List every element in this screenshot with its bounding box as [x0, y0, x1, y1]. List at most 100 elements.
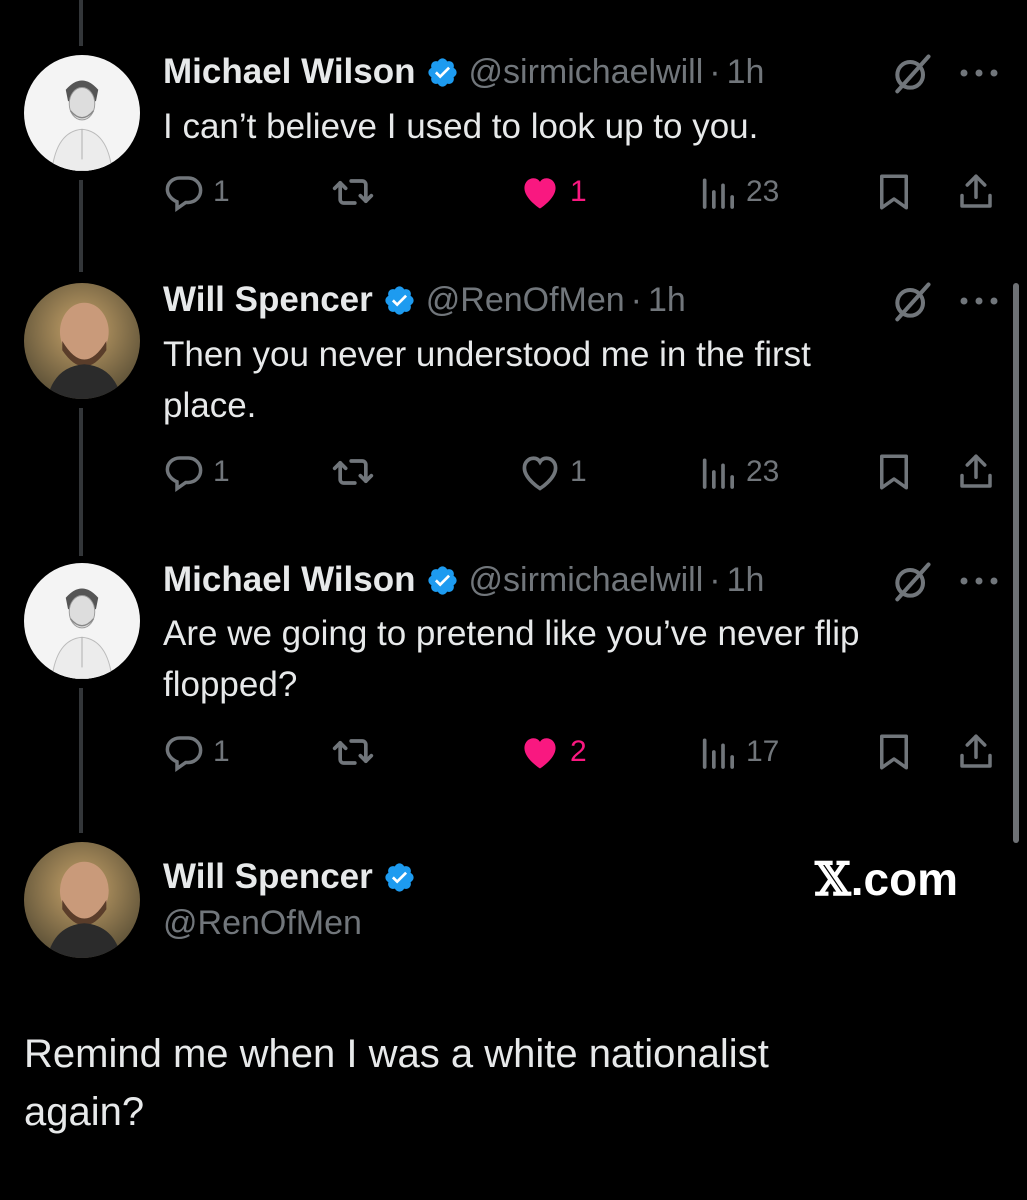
- avatar[interactable]: [24, 283, 140, 399]
- thread-line: [79, 408, 83, 556]
- share-icon: [960, 454, 992, 488]
- like-icon: [524, 178, 556, 209]
- retweet-button[interactable]: [331, 447, 375, 497]
- avatar[interactable]: [24, 563, 140, 679]
- avatar-image: [24, 842, 140, 958]
- thread-line: [79, 180, 83, 272]
- verified-badge-icon: [426, 564, 459, 597]
- tweet-header: Michael Wilson @sirmichaelwill · 1h: [163, 48, 764, 96]
- user-handle[interactable]: @sirmichaelwill: [469, 561, 704, 600]
- retweet-icon: [332, 179, 374, 205]
- views-icon: [702, 738, 734, 769]
- reply-count: 1: [213, 175, 230, 208]
- more-icon[interactable]: [958, 574, 1000, 586]
- share-button[interactable]: [955, 167, 997, 217]
- tweet-handle-row: @RenOfMen: [163, 900, 362, 946]
- retweet-button[interactable]: [331, 727, 375, 777]
- views-button[interactable]: 23: [698, 167, 779, 217]
- watermark-domain: .com: [850, 853, 959, 905]
- tweet-text: I can’t believe I used to look up to you…: [163, 101, 963, 152]
- views-count: 23: [746, 175, 780, 208]
- tweet-actions: 1 1 23: [163, 167, 1003, 217]
- views-button[interactable]: 23: [698, 447, 779, 497]
- tweet-actions: 1 1 23: [163, 447, 1003, 497]
- tweet-header: Michael Wilson @sirmichaelwill · 1h: [163, 556, 764, 604]
- avatar[interactable]: [24, 842, 140, 958]
- tweet-text-line: again?: [24, 1090, 145, 1134]
- tweet-header: Will Spencer @RenOfMen · 1h: [163, 276, 686, 324]
- like-count: 1: [570, 175, 587, 208]
- verified-badge-icon: [383, 284, 416, 317]
- reply-count: 1: [213, 455, 230, 488]
- reply-icon: [165, 176, 203, 212]
- share-icon: [960, 734, 992, 768]
- like-count: 1: [570, 455, 587, 488]
- like-icon: [524, 738, 556, 769]
- tweet-text-line: place.: [163, 386, 257, 425]
- views-icon: [702, 458, 734, 489]
- bookmark-button[interactable]: [873, 727, 915, 777]
- tweet-header: Will Spencer: [163, 853, 426, 901]
- more-icon[interactable]: [958, 294, 1000, 306]
- like-count: 2: [570, 735, 587, 768]
- reply-button[interactable]: 1: [163, 447, 230, 497]
- grok-icon[interactable]: [890, 559, 934, 603]
- tweet-text-line: Are we going to pretend like you’ve neve…: [163, 614, 860, 653]
- more-icon[interactable]: [958, 66, 1000, 78]
- views-count: 17: [746, 735, 780, 768]
- views-count: 23: [746, 455, 780, 488]
- scrollbar[interactable]: [1013, 283, 1019, 843]
- like-button[interactable]: 2: [518, 727, 587, 777]
- bookmark-button[interactable]: [873, 167, 915, 217]
- share-icon: [960, 174, 992, 208]
- avatar-image: [24, 563, 140, 679]
- tweet-actions: 1 2 17: [163, 727, 1003, 777]
- like-icon: [522, 456, 558, 491]
- grok-icon[interactable]: [890, 279, 934, 323]
- timestamp[interactable]: 1h: [648, 281, 686, 320]
- share-button[interactable]: [955, 447, 997, 497]
- display-name[interactable]: Will Spencer: [163, 280, 373, 320]
- reply-icon: [165, 456, 203, 492]
- display-name[interactable]: Will Spencer: [163, 857, 373, 897]
- display-name[interactable]: Michael Wilson: [163, 560, 416, 600]
- grok-icon[interactable]: [890, 51, 934, 95]
- verified-badge-icon: [426, 56, 459, 89]
- reply-icon: [165, 736, 203, 772]
- like-button[interactable]: 1: [518, 167, 587, 217]
- verified-badge-icon: [383, 861, 416, 894]
- reply-button[interactable]: 1: [163, 167, 230, 217]
- timestamp[interactable]: 1h: [727, 53, 765, 92]
- user-handle[interactable]: @RenOfMen: [426, 281, 625, 320]
- separator-dot: ·: [709, 560, 721, 599]
- xcom-watermark: 𝕏.com: [815, 852, 958, 906]
- bookmark-icon: [880, 454, 908, 490]
- display-name[interactable]: Michael Wilson: [163, 52, 416, 92]
- retweet-button[interactable]: [331, 167, 375, 217]
- separator-dot: ·: [709, 52, 721, 91]
- thread-line: [79, 688, 83, 833]
- views-button[interactable]: 17: [698, 727, 779, 777]
- views-icon: [702, 178, 734, 209]
- timestamp[interactable]: 1h: [727, 561, 765, 600]
- bookmark-button[interactable]: [873, 447, 915, 497]
- tweet-text: Then you never understood me in the firs…: [163, 329, 963, 431]
- retweet-icon: [332, 739, 374, 765]
- avatar-image: [24, 55, 140, 171]
- share-button[interactable]: [955, 727, 997, 777]
- reply-count: 1: [213, 735, 230, 768]
- bookmark-icon: [880, 174, 908, 210]
- user-handle[interactable]: @sirmichaelwill: [469, 53, 704, 92]
- thread-line: [79, 0, 83, 46]
- tweet-text-line: flopped?: [163, 665, 298, 704]
- retweet-icon: [332, 459, 374, 485]
- x-logo: 𝕏: [815, 852, 851, 906]
- reply-button[interactable]: 1: [163, 727, 230, 777]
- avatar[interactable]: [24, 55, 140, 171]
- like-button[interactable]: 1: [518, 447, 587, 497]
- avatar-image: [24, 283, 140, 399]
- separator-dot: ·: [630, 280, 642, 319]
- bookmark-icon: [880, 734, 908, 770]
- main-tweet-text: Remind me when I was a white nationalist…: [24, 1025, 984, 1141]
- user-handle[interactable]: @RenOfMen: [163, 904, 362, 943]
